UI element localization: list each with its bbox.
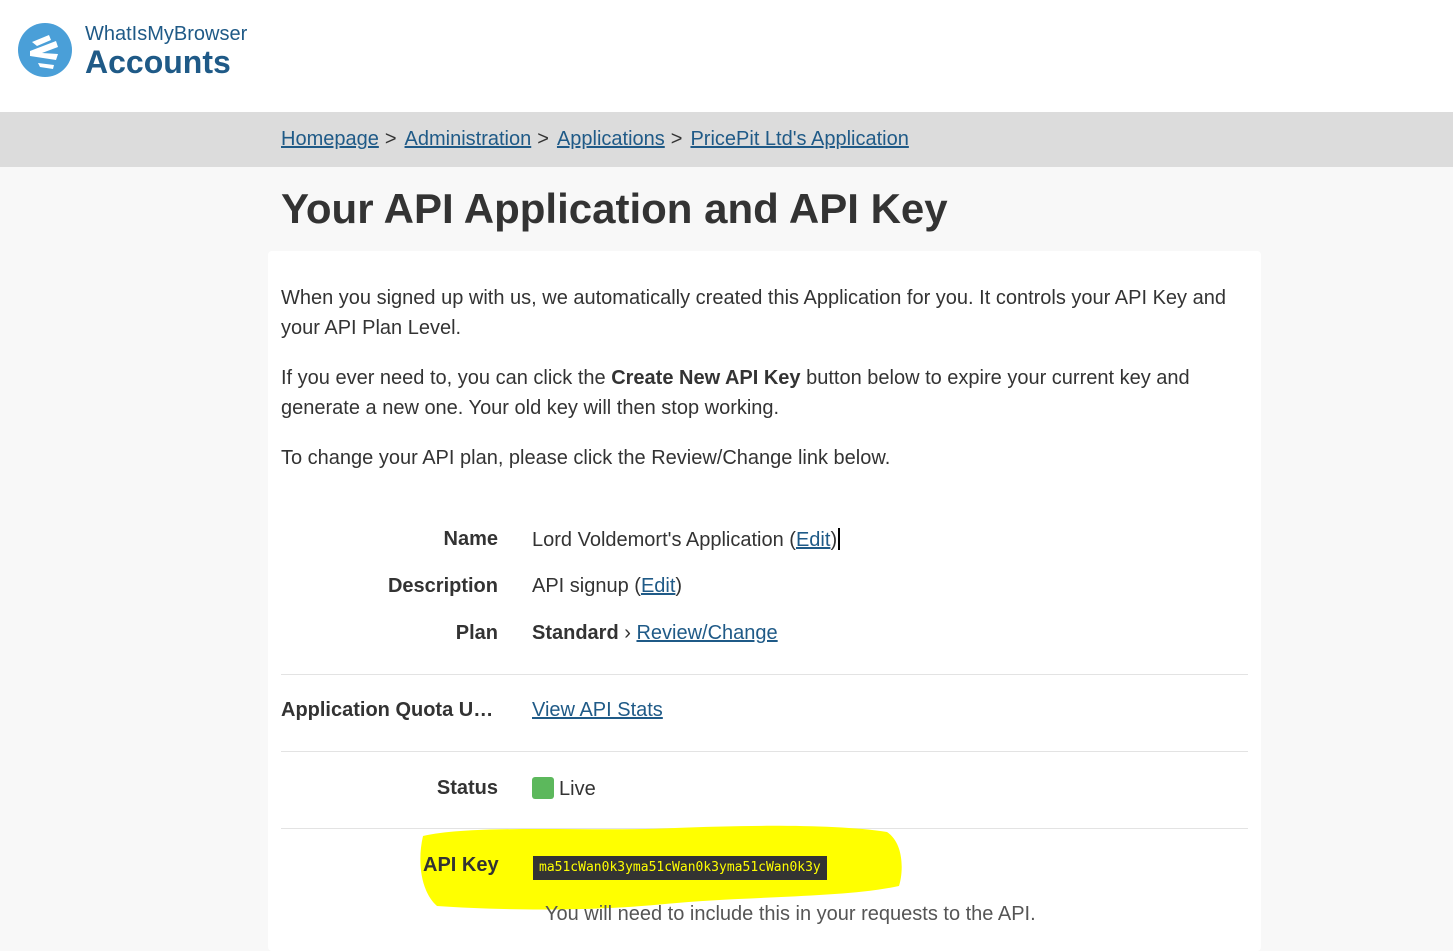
paren-close: ) [830, 529, 838, 551]
change-plan-paragraph: To change your API plan, please click th… [281, 447, 891, 469]
paren-close: ) [675, 575, 683, 597]
breadcrumb-homepage-link[interactable]: Homepage [281, 128, 379, 150]
paren-open: ( [628, 575, 641, 597]
name-value-row: Lord Voldemort's Application (Edit) [532, 528, 841, 552]
plan-value: Standard [532, 622, 619, 644]
section-divider [281, 751, 1248, 752]
breadcrumb-bar: Homepage > Administration > Applications > Pri… [0, 112, 1453, 167]
status-live-indicator-icon [532, 777, 554, 799]
brand-section-title[interactable]: Accounts [85, 44, 231, 81]
breadcrumb-separator: > [537, 128, 549, 150]
edit-description-link[interactable]: Edit [641, 575, 675, 597]
plan-value-row: Standard › Review/Change [532, 622, 778, 645]
section-divider [281, 674, 1248, 675]
intro-paragraph: When you signed up with us, we automatic… [281, 287, 1226, 339]
brand-name[interactable]: WhatIsMyBrowser [85, 23, 247, 46]
create-key-text-before: If you ever need to, you can click the [281, 367, 612, 389]
create-key-emphasis: Create New API Key [611, 367, 801, 389]
create-key-paragraph: If you ever need to, you can click the C… [281, 363, 1241, 423]
review-change-plan-link[interactable]: Review/Change [636, 622, 777, 644]
api-key-label: API Key [423, 854, 499, 876]
paren-open: ( [783, 529, 796, 551]
breadcrumb-separator: > [384, 128, 397, 150]
breadcrumb-separator: > [670, 128, 683, 150]
name-label: Name [443, 528, 498, 550]
breadcrumb-applications-link[interactable]: Applications [557, 128, 665, 150]
quota-value-row: View API Stats [532, 699, 663, 722]
plan-label: Plan [455, 622, 498, 644]
quota-label: Application Quota U… [281, 699, 494, 721]
application-name: Lord Voldemort's Application [532, 529, 784, 551]
description-value: API signup [532, 575, 629, 597]
chevron-right-icon: › [618, 622, 637, 644]
api-key-value[interactable]: ma51cWan0k3yma51cWan0k3yma51cWan0k3y [533, 856, 827, 880]
breadcrumb-current-application-link[interactable]: PricePit Ltd's Application [690, 128, 908, 150]
view-api-stats-link[interactable]: View API Stats [532, 699, 663, 721]
site-header: WhatIsMyBrowser Accounts [0, 0, 1453, 112]
description-label: Description [387, 575, 498, 597]
status-value: Live [559, 778, 596, 800]
breadcrumb-administration-link[interactable]: Administration [405, 128, 532, 150]
edit-name-link[interactable]: Edit [796, 529, 830, 551]
api-key-note: You will need to include this in your re… [545, 903, 1036, 925]
status-value-row: Live [532, 777, 596, 801]
breadcrumb: Homepage > Administration > Applications > Pri… [281, 112, 909, 167]
page-title: Your API Application and API Key [281, 185, 948, 232]
description-value-row: API signup (Edit) [532, 575, 682, 598]
text-cursor [838, 528, 841, 550]
status-label: Status [436, 777, 498, 799]
whatismybrowser-logo-icon[interactable] [18, 23, 72, 77]
